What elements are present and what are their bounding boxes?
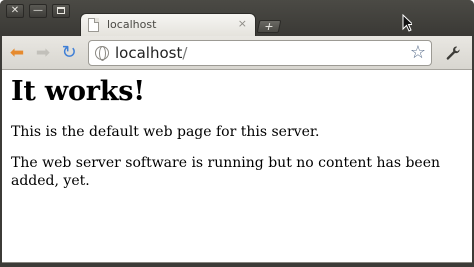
tab-close-button[interactable]: × (238, 17, 247, 30)
forward-arrow-icon: ➡ (35, 43, 51, 63)
tab-title: localhost (107, 18, 157, 31)
browser-window: ✕ — localhost × + ⬅ ➡ ↻ localhost/ ☆ It … (0, 0, 474, 267)
page-heading: It works! (11, 76, 145, 107)
wrench-icon (446, 46, 460, 60)
mouse-cursor-icon (402, 14, 412, 32)
page-paragraph-default: This is the default web page for this se… (11, 124, 320, 140)
navigation-toolbar: ⬅ ➡ ↻ localhost/ ☆ (2, 36, 472, 70)
page-paragraph-status: The web server software is running but n… (11, 155, 440, 189)
window-maximize-button[interactable] (52, 4, 70, 18)
back-arrow-icon: ⬅ (9, 43, 25, 63)
tab-localhost[interactable]: localhost × (80, 13, 256, 37)
address-bar[interactable]: localhost/ ☆ (88, 40, 432, 66)
minimize-icon: — (33, 5, 43, 16)
new-tab-button[interactable]: + (256, 20, 282, 33)
maximize-icon (57, 7, 65, 14)
reload-button[interactable]: ↻ (58, 42, 80, 64)
url-text[interactable]: localhost/ (115, 44, 187, 62)
window-minimize-button[interactable]: — (29, 4, 47, 18)
back-button[interactable]: ⬅ (6, 42, 28, 64)
wrench-menu-button[interactable] (442, 42, 464, 64)
forward-button[interactable]: ➡ (32, 42, 54, 64)
url-path: / (182, 44, 188, 62)
url-host: localhost (115, 44, 183, 62)
page-icon (88, 18, 99, 32)
bookmark-star-icon[interactable]: ☆ (410, 42, 426, 63)
page-content: It works! This is the default web page f… (11, 76, 463, 203)
reload-icon: ↻ (61, 42, 77, 63)
globe-icon (95, 46, 109, 61)
close-icon: ✕ (10, 5, 20, 16)
page-viewport: It works! This is the default web page f… (2, 70, 472, 263)
window-close-button[interactable]: ✕ (6, 4, 24, 18)
plus-icon: + (263, 20, 275, 33)
